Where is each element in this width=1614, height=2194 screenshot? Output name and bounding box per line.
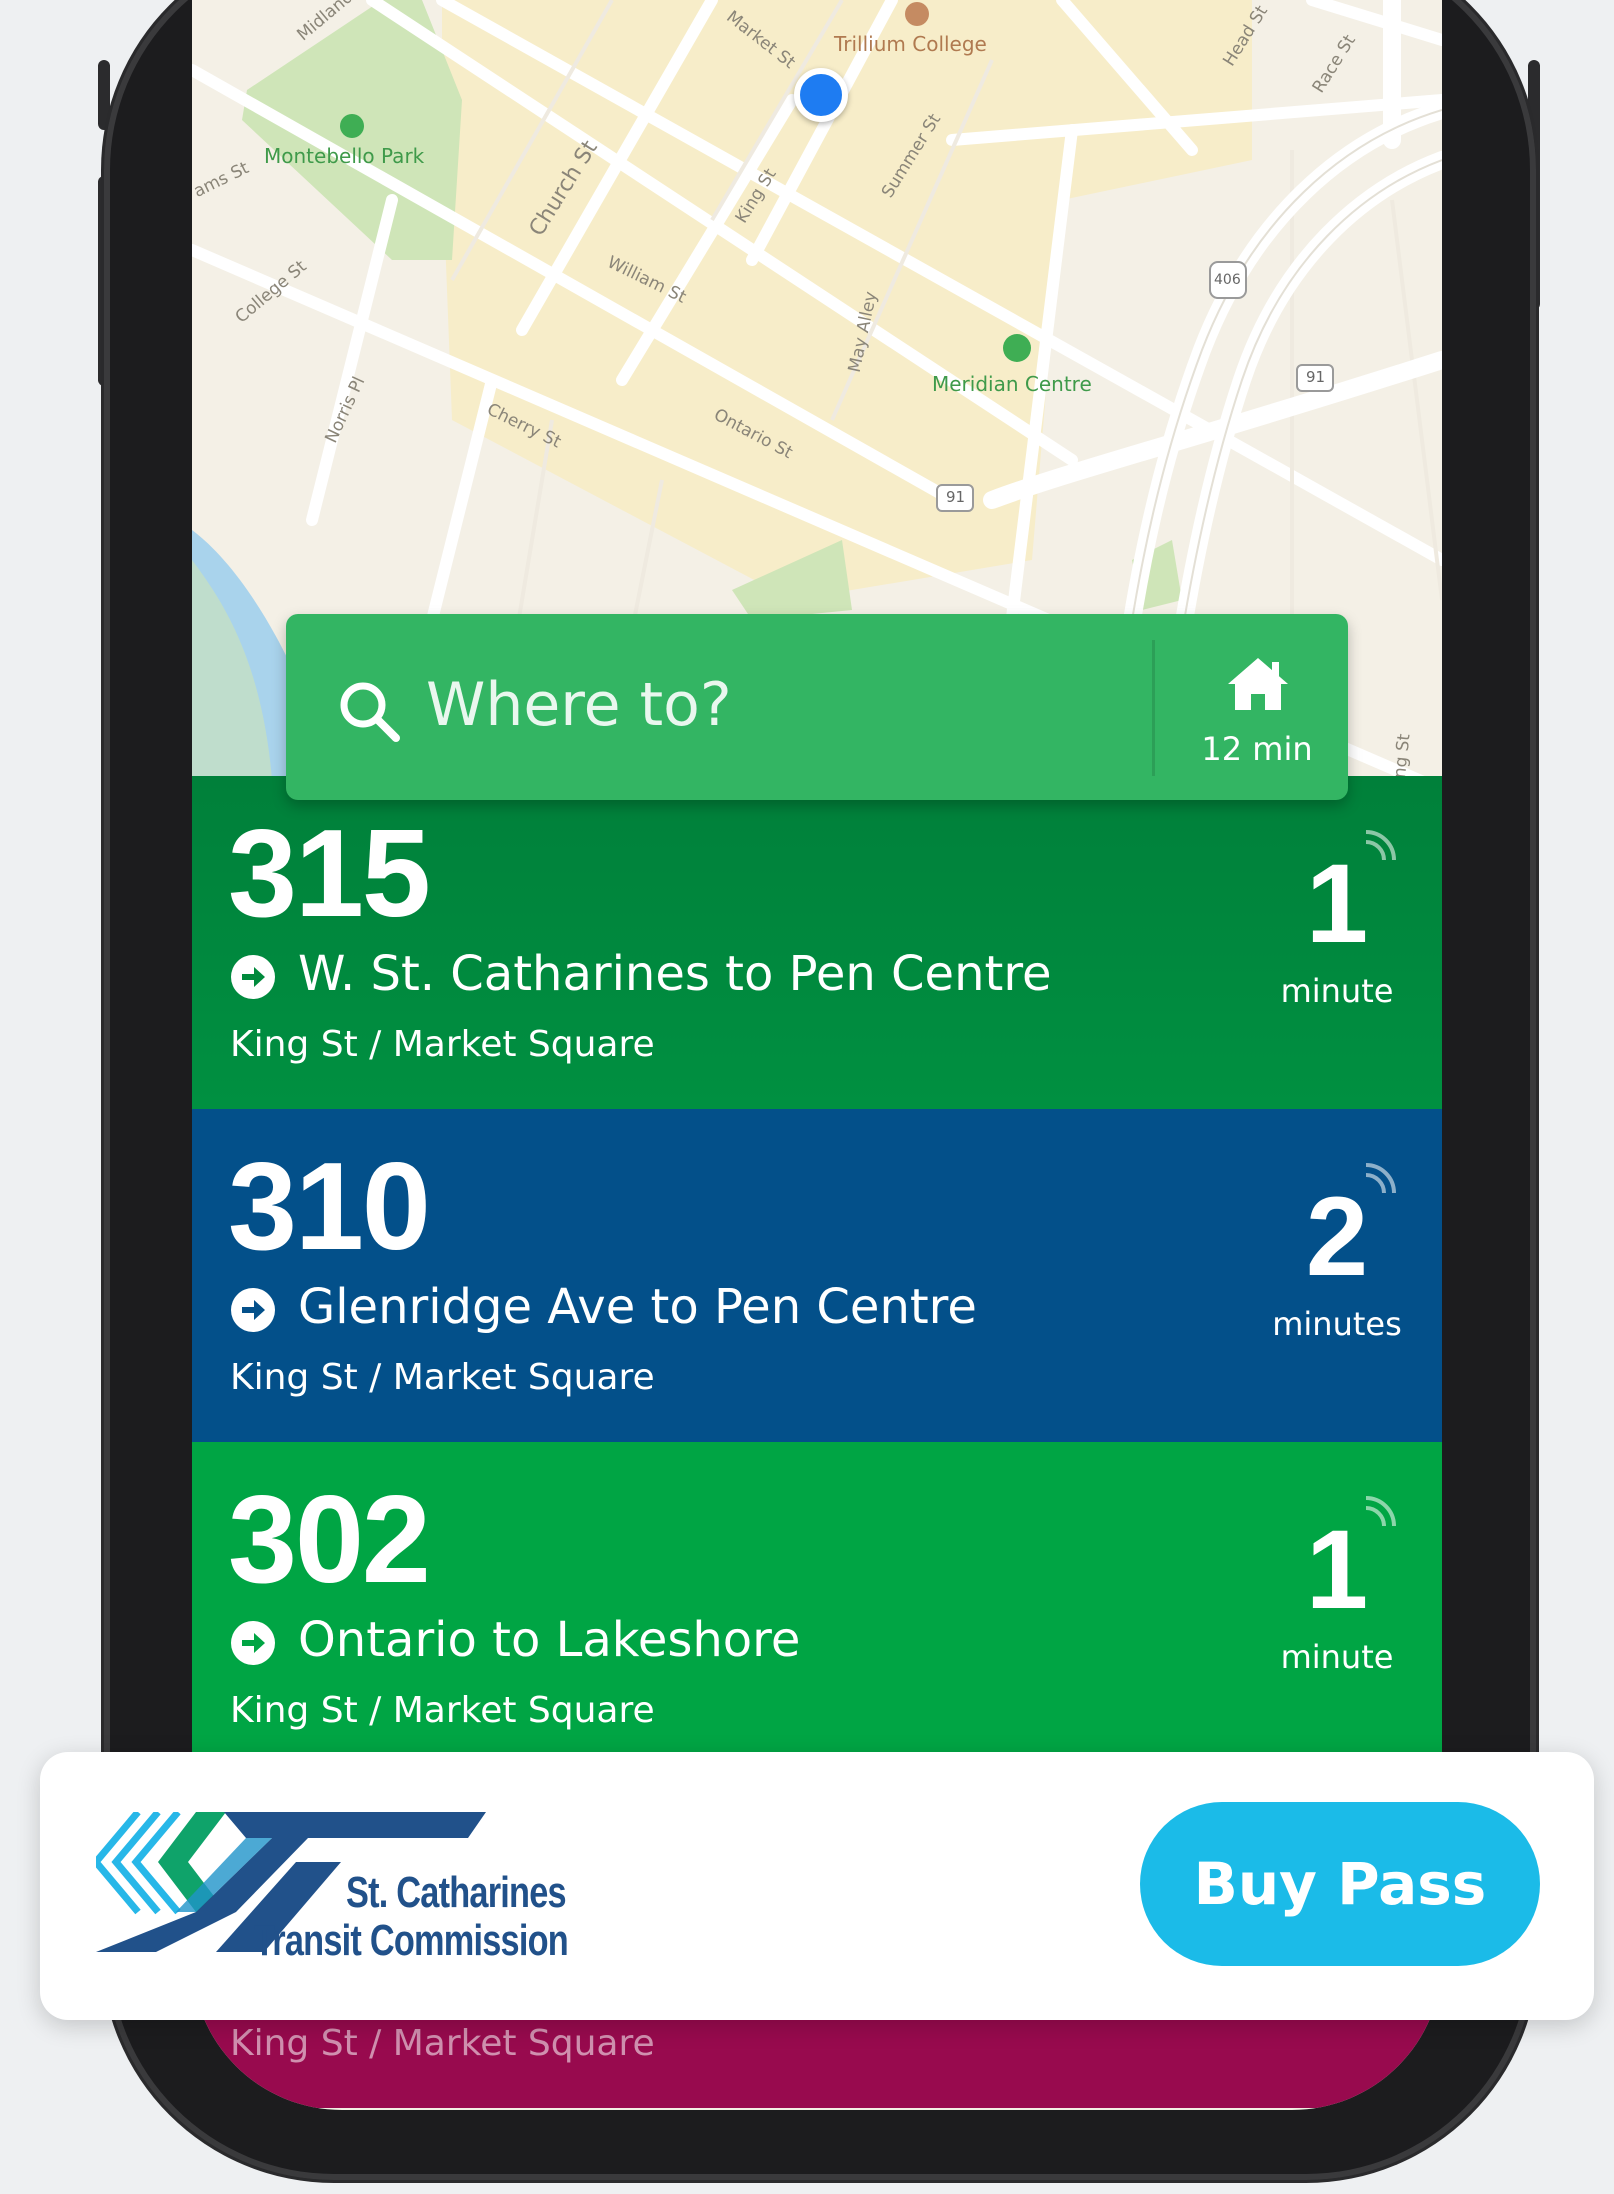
- route-stop: King St / Market Square: [230, 2023, 655, 2064]
- route-name: Ontario to Lakeshore: [298, 1612, 801, 1668]
- eta-number: 2: [1305, 1174, 1369, 1299]
- buy-pass-button[interactable]: Buy Pass: [1140, 1802, 1540, 1966]
- route-stop: King St / Market Square: [230, 1357, 655, 1398]
- route-number: 302: [228, 1471, 431, 1609]
- search-bar[interactable]: Where to? 12 min: [286, 614, 1348, 800]
- home-shortcut-button[interactable]: 12 min: [1166, 614, 1348, 800]
- eta-unit: minutes: [1272, 1305, 1402, 1343]
- route-stop: King St / Market Square: [230, 1024, 655, 1065]
- eta-display: 2 minutes: [1252, 1159, 1422, 1359]
- arrow-right-circle-icon: [231, 955, 275, 999]
- arrow-right-circle-icon: [231, 1621, 275, 1665]
- search-icon: [340, 682, 400, 742]
- route-number: 315: [228, 805, 431, 943]
- route-name: Glenridge Ave to Pen Centre: [298, 1279, 977, 1335]
- eta-display: 1 minute: [1252, 1492, 1422, 1692]
- route-row-315[interactable]: 315 W. St. Catharines to Pen Centre King…: [192, 776, 1442, 1109]
- poi-label-college[interactable]: Trillium College: [834, 32, 987, 56]
- eta-display: 1 minute: [1252, 826, 1422, 1026]
- highway-shield-91: 91: [946, 488, 966, 506]
- current-location-dot: [794, 68, 848, 122]
- route-row-302[interactable]: 302 Ontario to Lakeshore King St / Marke…: [192, 1442, 1442, 1775]
- logo-text-line1: St. Catharines: [346, 1868, 567, 1917]
- home-travel-time: 12 min: [1201, 730, 1313, 768]
- route-row-310[interactable]: 310 Glenridge Ave to Pen Centre King St …: [192, 1109, 1442, 1442]
- route-number: 310: [228, 1138, 431, 1276]
- poi-label-park[interactable]: Montebello Park: [264, 144, 424, 168]
- route-stop: King St / Market Square: [230, 1690, 655, 1731]
- home-icon: [1228, 658, 1288, 710]
- bottom-card: St. Catharines Transit Commission Buy Pa…: [40, 1752, 1594, 2020]
- highway-shield-91: 91: [1306, 368, 1326, 386]
- eta-unit: minute: [1280, 1638, 1394, 1676]
- eta-number: 1: [1305, 1507, 1369, 1632]
- eta-unit: minute: [1280, 972, 1394, 1010]
- poi-label-centre[interactable]: Meridian Centre: [932, 372, 1092, 396]
- eta-number: 1: [1305, 841, 1369, 966]
- silent-switch: [98, 60, 110, 130]
- route-name: W. St. Catharines to Pen Centre: [298, 946, 1052, 1002]
- highway-shield-406: 406: [1214, 272, 1241, 288]
- arrow-right-circle-icon: [231, 1288, 275, 1332]
- search-input[interactable]: Where to?: [426, 670, 732, 740]
- logo-text-line2: Transit Commission: [254, 1916, 569, 1965]
- search-divider: [1152, 640, 1155, 776]
- sctc-logo: St. Catharines Transit Commission: [96, 1812, 616, 1965]
